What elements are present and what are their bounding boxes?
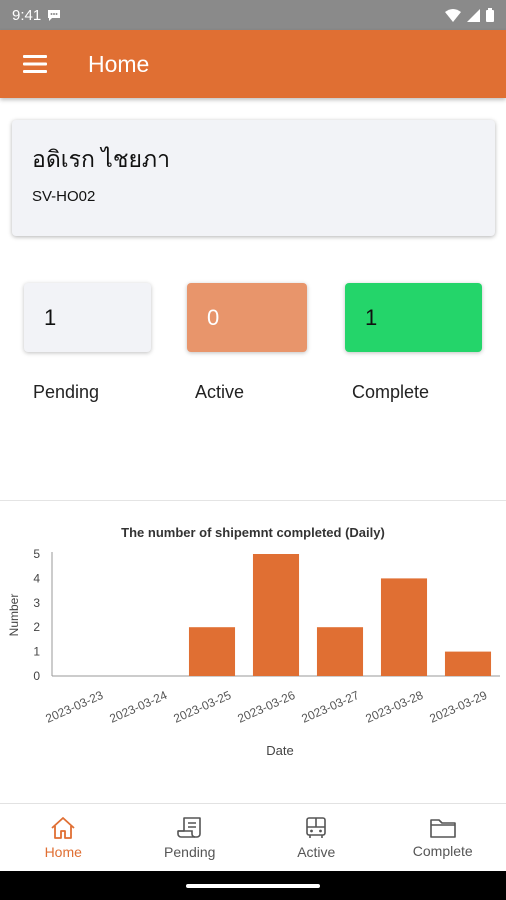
pending-label: Pending — [33, 382, 100, 402]
chart-bar — [380, 578, 428, 676]
x-tick-label: 2023-03-29 — [427, 688, 489, 726]
profile-name: อดิเรก ไชยภา — [32, 146, 171, 172]
menu-button[interactable] — [0, 30, 70, 98]
x-tick-label: 2023-03-24 — [107, 688, 169, 726]
status-bar: 9:41 — [0, 0, 506, 30]
y-axis-label: Number — [7, 594, 21, 637]
x-tick-label: 2023-03-25 — [171, 688, 233, 726]
truck-icon — [306, 816, 327, 838]
pending-icon — [176, 816, 201, 838]
y-tick-label: 3 — [33, 596, 40, 610]
profile-card: อดิเรก ไชยภา SV-HO02 — [12, 120, 495, 236]
bottom-nav: Home Pending Active Complete — [0, 803, 506, 871]
nav-home-label: Home — [44, 843, 82, 860]
message-icon — [48, 10, 61, 21]
home-gesture-handle[interactable] — [186, 884, 320, 888]
folder-icon — [429, 818, 456, 838]
x-tick-label: 2023-03-27 — [299, 688, 361, 726]
nav-home[interactable]: Home — [0, 804, 127, 871]
nav-pending[interactable]: Pending — [127, 804, 254, 871]
profile-code: SV-HO02 — [32, 188, 96, 205]
nav-complete-label: Complete — [412, 842, 473, 859]
nav-active[interactable]: Active — [253, 804, 380, 871]
wifi-icon — [445, 8, 461, 22]
chart-bar — [316, 627, 364, 676]
app-bar: Home — [0, 30, 506, 98]
y-tick-label: 0 — [33, 669, 40, 683]
x-tick-label: 2023-03-23 — [43, 688, 105, 726]
battery-icon — [486, 8, 494, 22]
chart-title: The number of shipemnt completed (Daily) — [121, 525, 385, 540]
complete-count-box[interactable]: 1 — [345, 283, 482, 352]
page-title: Home — [88, 50, 150, 77]
nav-pending-label: Pending — [164, 843, 216, 860]
nav-complete[interactable]: Complete — [380, 804, 506, 871]
hamburger-menu-icon — [23, 55, 47, 73]
signal-icon — [467, 8, 480, 22]
shipment-chart: The number of shipemnt completed (Daily)… — [7, 525, 500, 758]
y-tick-label: 5 — [33, 547, 40, 561]
gesture-bar — [0, 871, 506, 900]
chart-bar — [188, 627, 236, 676]
home-icon — [51, 816, 75, 839]
y-tick-label: 4 — [33, 571, 40, 585]
chart-bar — [252, 554, 300, 676]
complete-label: Complete — [352, 382, 430, 402]
active-count-box[interactable]: 0 — [187, 283, 307, 352]
y-tick-label: 1 — [33, 645, 40, 659]
x-tick-label: 2023-03-28 — [363, 688, 425, 726]
status-time: 9:41 — [12, 6, 42, 24]
pending-count-box[interactable]: 1 — [24, 283, 151, 352]
x-axis-label: Date — [266, 743, 293, 758]
chart-bar — [444, 651, 492, 676]
y-tick-label: 2 — [33, 620, 40, 634]
active-label: Active — [195, 382, 245, 402]
x-tick-label: 2023-03-26 — [235, 688, 297, 726]
nav-active-label: Active — [297, 843, 336, 860]
